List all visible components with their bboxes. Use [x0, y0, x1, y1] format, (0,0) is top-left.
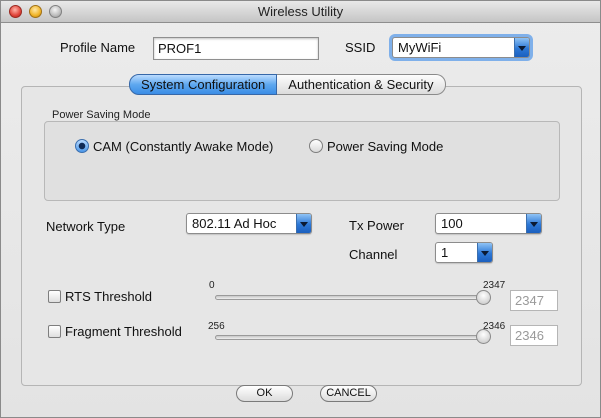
rts-threshold-checkbox[interactable] — [48, 290, 61, 303]
power-saving-mode-label[interactable]: Power Saving Mode — [327, 139, 443, 154]
cam-mode-label[interactable]: CAM (Constantly Awake Mode) — [93, 139, 273, 154]
profile-name-field[interactable]: PROF1 — [153, 37, 319, 60]
fragment-threshold-checkbox[interactable] — [48, 325, 61, 338]
rts-slider-knob[interactable] — [475, 290, 491, 305]
rts-threshold-label[interactable]: RTS Threshold — [65, 289, 152, 304]
fragment-slider-knob[interactable] — [475, 329, 491, 344]
ok-button[interactable]: OK — [236, 385, 293, 402]
fragment-value-field[interactable]: 2346 — [510, 325, 558, 346]
channel-label: Channel — [349, 247, 398, 262]
chevron-down-icon — [514, 38, 529, 57]
power-saving-group — [44, 121, 560, 201]
fragment-min-label: 256 — [208, 321, 225, 332]
title-bar: Wireless Utility — [1, 1, 600, 23]
ssid-value: MyWiFi — [398, 40, 442, 55]
chevron-down-icon — [477, 243, 492, 262]
tab-bar: System Configuration Authentication & Se… — [129, 74, 446, 95]
wireless-utility-window: Wireless Utility Profile Name PROF1 SSID… — [0, 0, 601, 418]
rts-max-label: 2347 — [483, 280, 506, 291]
cancel-button[interactable]: CANCEL — [320, 385, 377, 402]
tx-power-select[interactable]: 100 — [435, 213, 542, 234]
rts-value-field[interactable]: 2347 — [510, 290, 558, 311]
network-type-select[interactable]: 802.11 Ad Hoc — [186, 213, 312, 234]
profile-name-label: Profile Name — [60, 40, 136, 55]
window-title: Wireless Utility — [257, 4, 344, 19]
network-type-label: Network Type — [46, 219, 126, 234]
rts-min-label: 0 — [209, 280, 215, 291]
network-type-value: 802.11 Ad Hoc — [192, 216, 277, 231]
tab-system-configuration[interactable]: System Configuration — [129, 74, 278, 95]
chevron-down-icon — [296, 214, 311, 233]
power-saving-mode-radio[interactable] — [309, 139, 323, 153]
chevron-down-icon — [526, 214, 541, 233]
ssid-select[interactable]: MyWiFi — [392, 37, 530, 58]
fragment-threshold-label[interactable]: Fragment Threshold — [65, 324, 182, 339]
tx-power-value: 100 — [441, 216, 463, 231]
channel-select[interactable]: 1 — [435, 242, 493, 263]
power-saving-group-title: Power Saving Mode — [52, 109, 151, 121]
tx-power-label: Tx Power — [349, 218, 404, 233]
tab-authentication-security[interactable]: Authentication & Security — [277, 74, 446, 95]
channel-value: 1 — [441, 245, 449, 260]
ssid-label: SSID — [345, 40, 376, 55]
fragment-slider-track[interactable] — [215, 335, 483, 340]
cam-mode-radio[interactable] — [75, 139, 89, 153]
rts-slider-track[interactable] — [215, 295, 483, 300]
